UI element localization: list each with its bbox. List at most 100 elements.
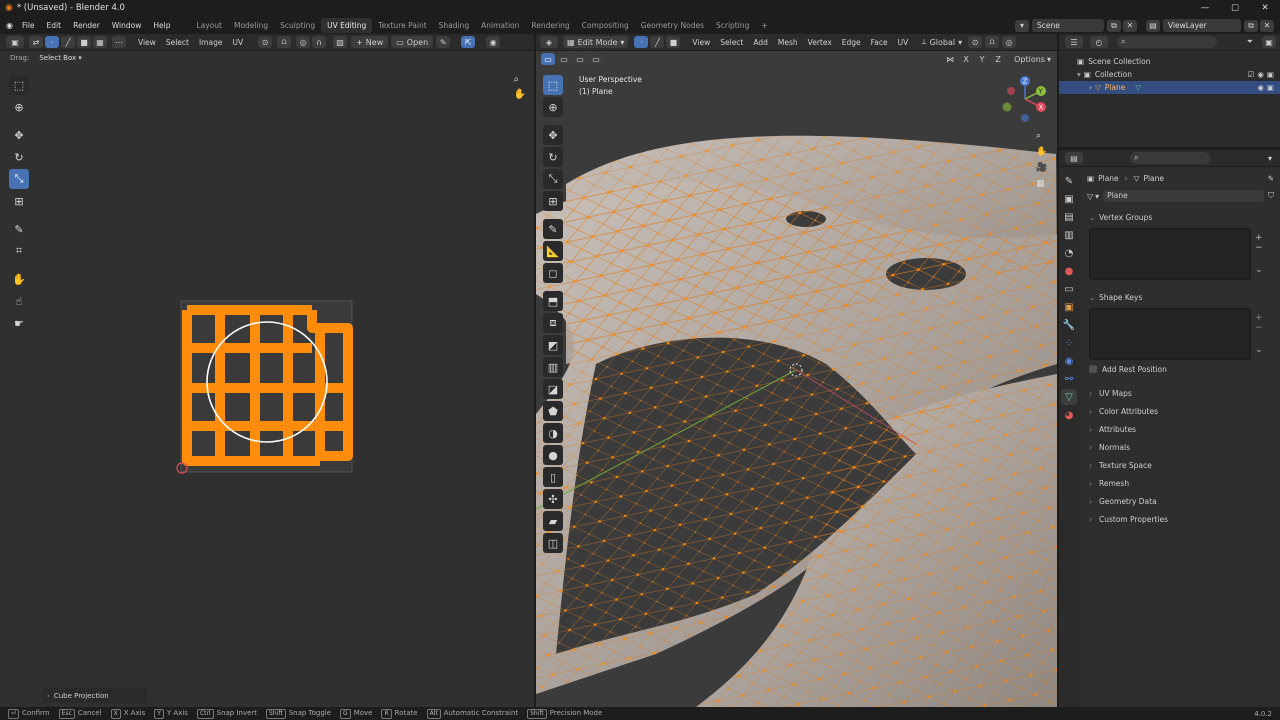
rip-icon[interactable]: ⌗ [9, 241, 29, 261]
bevel-icon[interactable]: ◩ [543, 335, 563, 355]
vp-menu-view[interactable]: View [687, 34, 715, 51]
annotate-icon[interactable]: ✎ [543, 219, 563, 239]
scale-icon[interactable]: ⤡ [543, 169, 563, 189]
shrink-fatten-icon[interactable]: ✣ [543, 489, 563, 509]
tab-sculpting[interactable]: Sculpting [274, 18, 321, 33]
zoom-icon[interactable]: ⌕ [514, 74, 526, 85]
tab-uv-editing[interactable]: UV Editing [321, 18, 373, 33]
blender-menu-icon[interactable]: ◉ [6, 21, 13, 30]
uv-menu-view[interactable]: View [133, 34, 161, 51]
chevron-down-icon[interactable]: ⌄ [1255, 345, 1263, 355]
view-layer-field[interactable]: ViewLayer [1163, 19, 1241, 32]
panel-attributes[interactable]: › Attributes [1081, 420, 1280, 438]
editor-type-icon[interactable]: ☰ [1065, 36, 1083, 48]
properties-search-input[interactable]: ⌕ [1130, 152, 1210, 164]
panel-remesh[interactable]: › Remesh [1081, 474, 1280, 492]
snap-icon[interactable]: ⩍ [985, 36, 1000, 48]
world-tab-icon[interactable]: ● [1061, 263, 1077, 279]
image-browse-icon[interactable]: ▧ [333, 36, 348, 48]
open-image-button[interactable]: ▭ Open [391, 36, 434, 48]
menu-help[interactable]: Help [147, 17, 176, 34]
mirror-y-toggle[interactable]: Y [975, 53, 990, 65]
camera-icon[interactable]: ▣ [1267, 68, 1274, 81]
modifier-tab-icon[interactable]: 🔧 [1061, 317, 1077, 333]
shear-icon[interactable]: ▰ [543, 511, 563, 531]
annotate-icon[interactable]: ✎ [9, 219, 29, 239]
minimize-icon[interactable]: — [1190, 3, 1220, 13]
knife-icon[interactable]: ◪ [543, 379, 563, 399]
add-icon[interactable]: + [1255, 313, 1263, 323]
grab-icon[interactable]: ✋ [9, 269, 29, 289]
navigation-gizmo[interactable]: Z Y X [1000, 74, 1050, 124]
editor-type-icon[interactable]: ◈ [540, 36, 558, 48]
select-mode-new-icon[interactable]: ▭ [541, 53, 555, 65]
outliner-item-collection[interactable]: ▾ ▣ Collection ☑ ◉ ▣ [1059, 68, 1280, 81]
vp-menu-add[interactable]: Add [748, 34, 773, 51]
operator-panel[interactable]: › Cube Projection [42, 688, 147, 703]
island-select-icon[interactable]: ▦ [93, 36, 107, 48]
transform-icon[interactable]: ⊞ [9, 191, 29, 211]
delete-view-layer-icon[interactable]: ✕ [1260, 19, 1274, 32]
vp-menu-edge[interactable]: Edge [837, 34, 866, 51]
cursor-icon[interactable]: ⊕ [543, 97, 563, 117]
mode-dropdown[interactable]: ▦ Edit Mode ▾ [563, 36, 629, 48]
uv-canvas[interactable] [170, 296, 370, 486]
mesh-data-icon[interactable]: ▽ [1087, 192, 1093, 201]
vp-menu-vertex[interactable]: Vertex [803, 34, 837, 51]
chevron-down-icon[interactable]: ▾ [1268, 154, 1272, 163]
eye-icon[interactable]: ◉ [1257, 68, 1264, 81]
new-image-button[interactable]: + New [351, 36, 389, 48]
transform-icon[interactable]: ⊞ [543, 191, 563, 211]
scene-field[interactable]: Scene [1032, 19, 1104, 32]
scene-icon[interactable]: ▾ [1015, 19, 1029, 32]
measure-icon[interactable]: 📐 [543, 241, 563, 261]
edge-select-icon[interactable]: ╱ [61, 36, 75, 48]
select-mode-extend-icon[interactable]: ▭ [557, 53, 571, 65]
tab-rendering[interactable]: Rendering [525, 18, 575, 33]
mesh-render[interactable] [536, 34, 1057, 707]
vertex-select-icon[interactable]: · [45, 36, 59, 48]
loop-cut-icon[interactable]: ▥ [543, 357, 563, 377]
maximize-icon[interactable]: ▢ [1220, 3, 1250, 13]
face-select-icon[interactable]: ■ [666, 36, 681, 48]
new-view-layer-icon[interactable]: ⧉ [1244, 19, 1258, 32]
tool-tab-icon[interactable]: ✎ [1061, 173, 1077, 189]
gizmo-toggle-icon[interactable]: ⇱ [461, 36, 476, 48]
expand-chevron-icon[interactable]: › [1089, 81, 1092, 94]
select-mode-subtract-icon[interactable]: ▭ [573, 53, 587, 65]
menu-file[interactable]: File [16, 17, 41, 34]
poly-build-icon[interactable]: ⬟ [543, 401, 563, 421]
uv-menu-image[interactable]: Image [194, 34, 228, 51]
editor-type-icon[interactable]: ▤ [1065, 152, 1083, 164]
add-icon[interactable]: + [1255, 233, 1263, 243]
expand-chevron-icon[interactable]: ▾ [1077, 68, 1081, 81]
collection-tab-icon[interactable]: ▭ [1061, 281, 1077, 297]
inset-icon[interactable]: ⧈ [543, 313, 563, 333]
smooth-icon[interactable]: ● [543, 445, 563, 465]
tab-geometry-nodes[interactable]: Geometry Nodes [635, 18, 710, 33]
perspective-toggle-icon[interactable]: ▦ [1036, 179, 1047, 189]
move-icon[interactable]: ✥ [9, 125, 29, 145]
panel-geometry-data[interactable]: › Geometry Data [1081, 492, 1280, 510]
add-workspace-icon[interactable]: + [755, 18, 773, 33]
eye-icon[interactable]: ◉ [1257, 81, 1264, 94]
tab-texture-paint[interactable]: Texture Paint [372, 18, 432, 33]
outliner-item-plane[interactable]: › ▽ Plane ▽ ◉ ▣ [1059, 81, 1280, 94]
tab-shading[interactable]: Shading [433, 18, 475, 33]
vp-menu-face[interactable]: Face [866, 34, 893, 51]
scene-tab-icon[interactable]: ◔ [1061, 245, 1077, 261]
spin-icon[interactable]: ◑ [543, 423, 563, 443]
render-tab-icon[interactable]: ▣ [1061, 191, 1077, 207]
mirror-z-toggle[interactable]: Z [991, 53, 1006, 65]
vp-menu-uv[interactable]: UV [893, 34, 914, 51]
pin-icon[interactable]: ✎ [1268, 174, 1274, 183]
snap-icon[interactable]: ⩍ [277, 36, 292, 48]
output-tab-icon[interactable]: ▤ [1061, 209, 1077, 225]
falloff-icon[interactable]: ∩ [312, 36, 327, 48]
zoom-icon[interactable]: ⌕ [1036, 131, 1047, 141]
particles-tab-icon[interactable]: ⁘ [1061, 335, 1077, 351]
tab-scripting[interactable]: Scripting [710, 18, 755, 33]
menu-window[interactable]: Window [106, 17, 148, 34]
view-layer-tab-icon[interactable]: ▥ [1061, 227, 1077, 243]
uv-menu-uv[interactable]: UV [227, 34, 248, 51]
